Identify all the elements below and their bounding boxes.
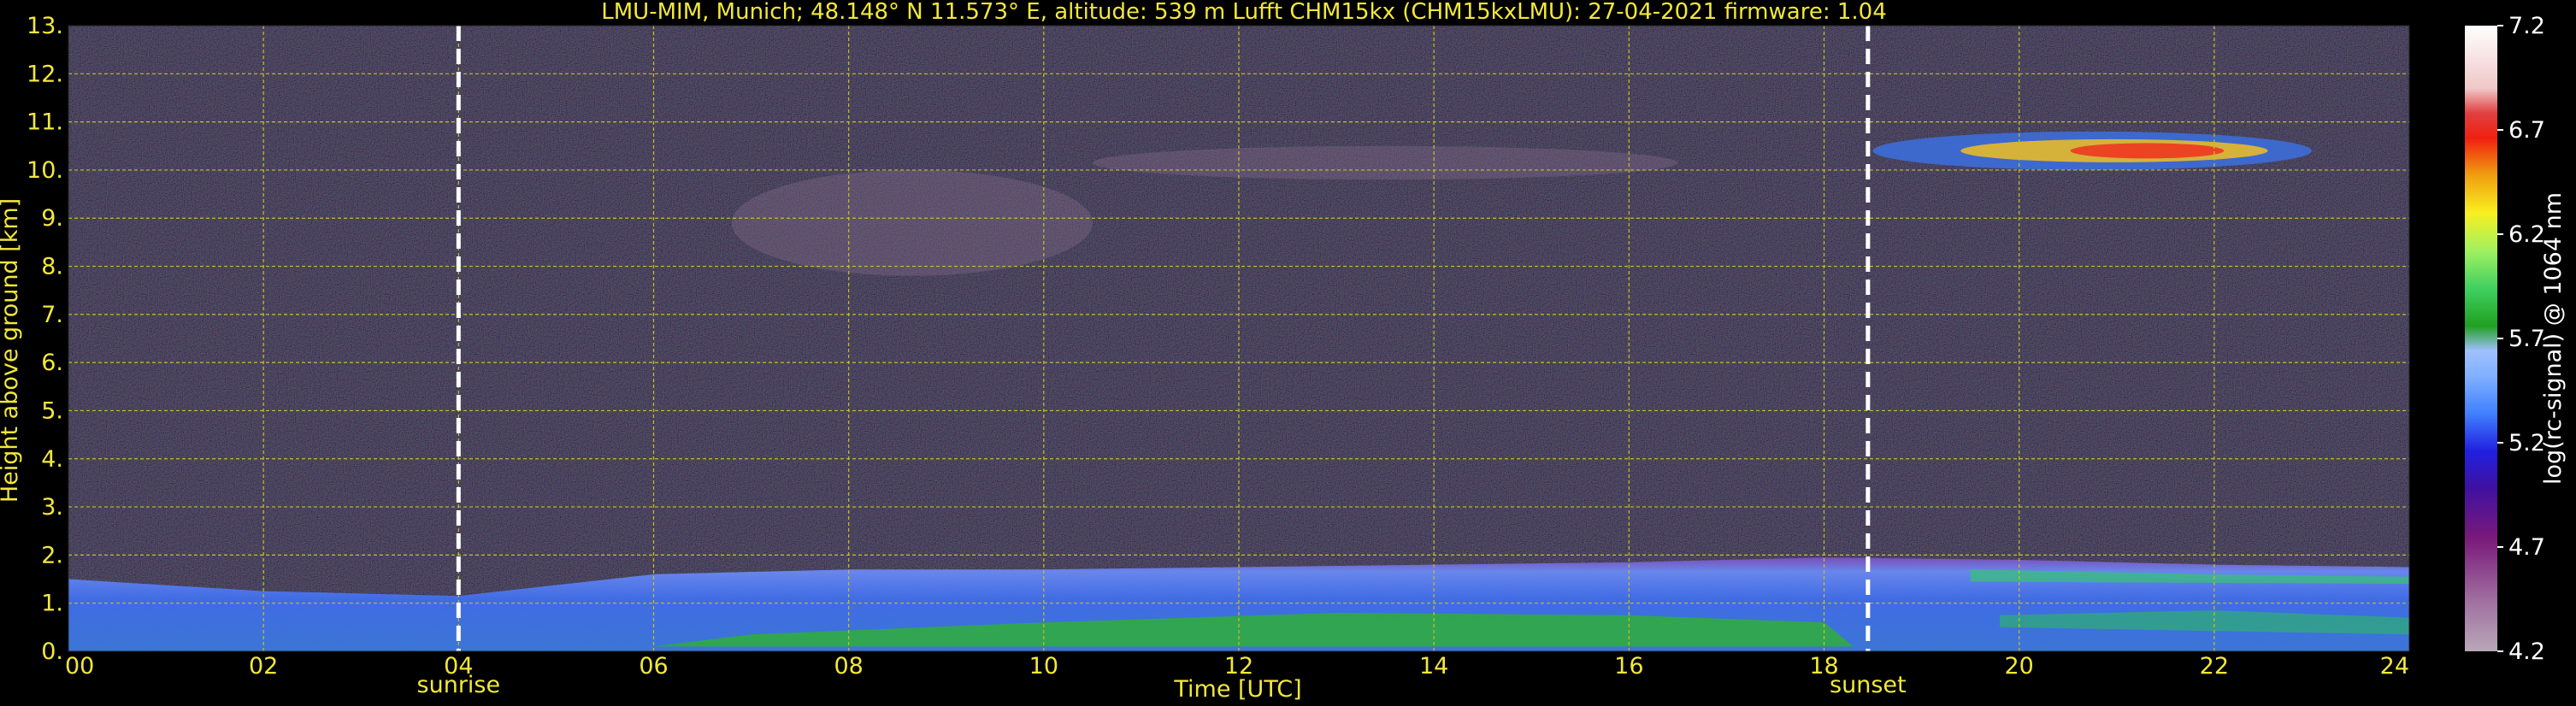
y-tick-label: 12. [27, 61, 63, 87]
y-tick-label: 0. [41, 638, 63, 665]
y-tick-label: 10. [27, 157, 63, 184]
cirrus-core-max [2070, 143, 2225, 159]
colorbar: 4.24.75.25.76.26.77.2 log(rc-signal) @ 1… [2465, 13, 2567, 665]
y-tick-label: 6. [41, 350, 63, 376]
y-axis-label: Height above ground [km] [0, 198, 23, 503]
y-tick-label: 3. [41, 494, 63, 521]
colorbar-tick-label: 6.7 [2508, 117, 2545, 144]
x-tick-label: 06 [639, 653, 668, 680]
x-axis-label: Time [UTC] [1173, 676, 1301, 703]
x-tick-label: 16 [1614, 653, 1643, 680]
colorbar-tick-label: 7.2 [2508, 13, 2545, 39]
colorbar-tick-label: 4.2 [2508, 638, 2545, 665]
sunrise-label: sunrise [417, 672, 501, 698]
cirrus-cloud [731, 169, 1093, 276]
x-tick-label: 20 [2004, 653, 2033, 680]
colorbar-ticks: 4.24.75.25.76.26.77.2 [2497, 13, 2545, 665]
y-tick-label: 7. [41, 302, 63, 328]
y-tick-label: 11. [27, 109, 63, 136]
x-tick-label: 24 [2380, 653, 2409, 680]
y-tick-label: 4. [41, 446, 63, 473]
cirrus-cloud [1092, 145, 1678, 180]
x-tick-label: 14 [1419, 653, 1448, 680]
colorbar-tick-label: 4.7 [2508, 534, 2545, 561]
colorbar-scale [2465, 26, 2497, 651]
y-tick-label: 2. [41, 542, 63, 568]
x-tick-label: 00 [65, 653, 94, 680]
x-tick-label: 02 [249, 653, 278, 680]
x-tick-label: 08 [834, 653, 863, 680]
y-tick-label: 5. [41, 397, 63, 424]
sunset-label: sunset [1830, 672, 1907, 698]
lidar-ceilometer-chart: LMU-MIM, Munich; 48.148° N 11.573° E, al… [0, 0, 2567, 703]
colorbar-label: log(rc-signal) @ 1064 nm [2540, 192, 2567, 485]
y-axis-ticks: 0. 1. 2. 3. 4. 5. 6. 7. 8. 9. 10. 11. 12. 13. [27, 13, 63, 665]
y-tick-label: 13. [27, 13, 63, 39]
x-tick-label: 10 [1029, 653, 1058, 680]
y-tick-label: 1. [41, 591, 63, 617]
x-tick-label: 22 [2200, 653, 2229, 680]
plot-area [68, 25, 2410, 652]
chart-title: LMU-MIM, Munich; 48.148° N 11.573° E, al… [601, 0, 1886, 25]
y-tick-label: 9. [41, 205, 63, 232]
y-tick-label: 8. [41, 254, 63, 280]
